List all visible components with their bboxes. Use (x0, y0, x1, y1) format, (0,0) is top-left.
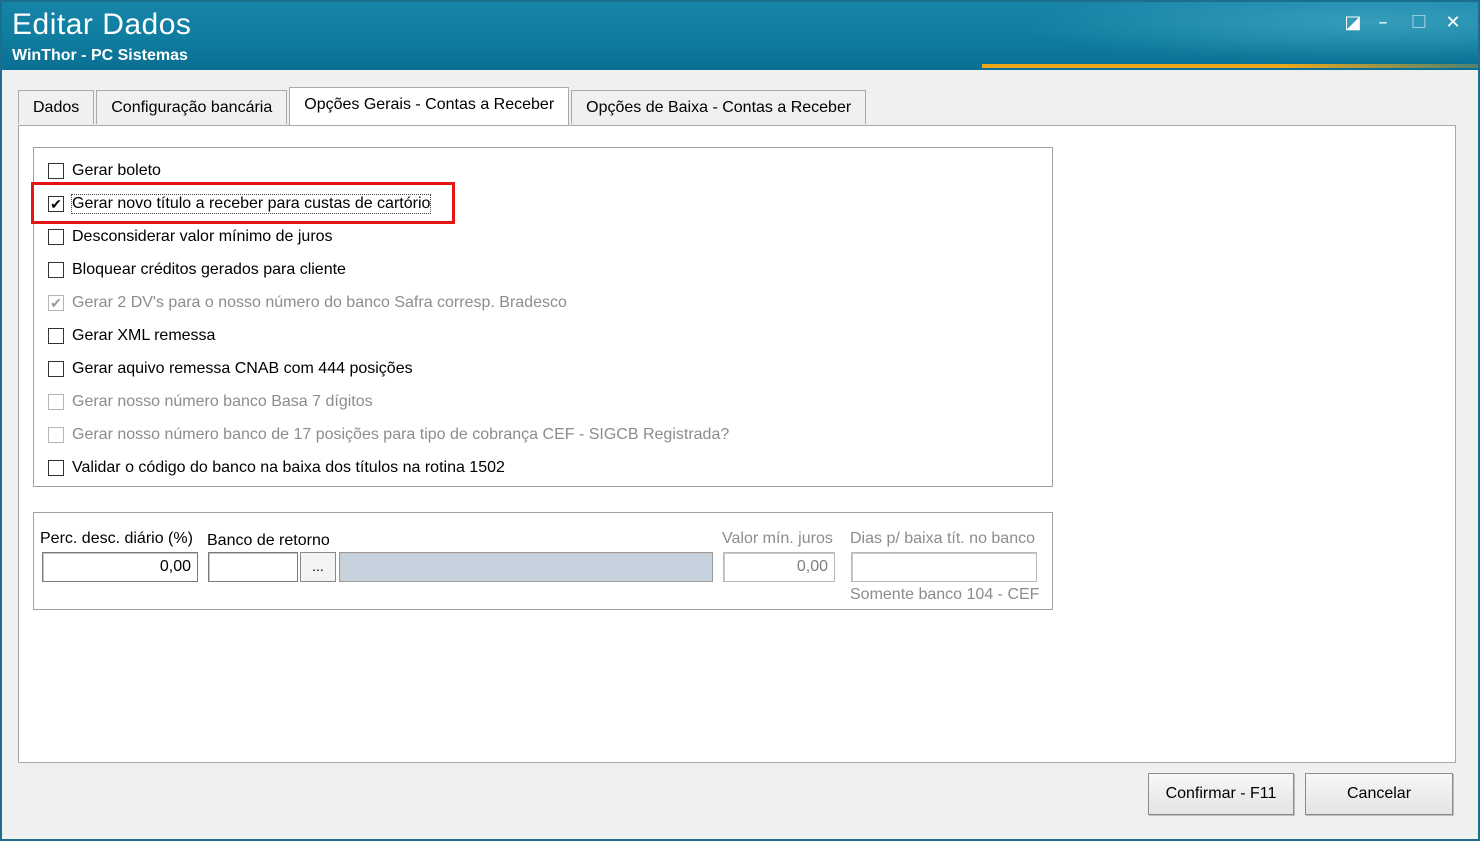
minimize-icon[interactable]: – (1372, 12, 1394, 34)
fields-group: Perc. desc. diário (%) 0,00 Banco de ret… (33, 512, 1053, 610)
option-label: Desconsiderar valor mínimo de juros (72, 228, 333, 245)
option-validar-codigo-banco[interactable]: Validar o código do banco na baixa dos t… (48, 457, 505, 479)
window-subtitle: WinThor - PC Sistemas (12, 47, 188, 64)
checkbox-disabled (48, 394, 64, 410)
checkbox[interactable] (48, 361, 64, 377)
option-gerar-xml-remessa[interactable]: Gerar XML remessa (48, 325, 215, 347)
options-group: Gerar boleto ✔ Gerar novo título a receb… (31, 147, 1053, 487)
checkbox-checked-disabled: ✔ (48, 295, 64, 311)
checkbox[interactable] (48, 328, 64, 344)
option-label: Gerar nosso número banco Basa 7 dígitos (72, 393, 373, 410)
checkbox-checked[interactable]: ✔ (48, 196, 64, 212)
option-label: Gerar 2 DV's para o nosso número do banc… (72, 294, 567, 311)
option-cef-17-posicoes: Gerar nosso número banco de 17 posições … (48, 424, 729, 446)
tab-strip: Dados Configuração bancária Opções Gerai… (18, 87, 868, 125)
tab-opcoes-de-baixa[interactable]: Opções de Baixa - Contas a Receber (571, 90, 867, 124)
dias-baixa-hint: Somente banco 104 - CEF (850, 586, 1040, 603)
cancel-button[interactable]: Cancelar (1305, 773, 1453, 815)
restore-icon[interactable]: ◪ (1342, 12, 1364, 34)
title-bar[interactable]: Editar Dados WinThor - PC Sistemas ◪ – ☐… (2, 2, 1478, 70)
window-title: Editar Dados (12, 8, 192, 41)
option-basa-7-digitos: Gerar nosso número banco Basa 7 dígitos (48, 391, 373, 413)
confirm-button[interactable]: Confirmar - F11 (1148, 773, 1294, 815)
accent-line (982, 64, 1478, 68)
tab-opcoes-gerais[interactable]: Opções Gerais - Contas a Receber (289, 87, 570, 125)
banco-lookup-button[interactable]: ... (300, 552, 336, 582)
option-label: Gerar aquivo remessa CNAB com 444 posiçõ… (72, 360, 413, 377)
option-label: Bloquear créditos gerados para cliente (72, 261, 346, 278)
tab-page-opcoes-gerais: Gerar boleto ✔ Gerar novo título a receb… (18, 125, 1456, 763)
checkbox[interactable] (48, 262, 64, 278)
option-bloquear-creditos[interactable]: Bloquear créditos gerados para cliente (48, 259, 346, 281)
option-gerar-2-dvs: ✔ Gerar 2 DV's para o nosso número do ba… (48, 292, 567, 314)
checkbox-disabled (48, 427, 64, 443)
option-cnab-444[interactable]: Gerar aquivo remessa CNAB com 444 posiçõ… (48, 358, 413, 380)
tab-configuracao-bancaria[interactable]: Configuração bancária (96, 90, 288, 124)
option-gerar-novo-titulo[interactable]: ✔ Gerar novo título a receber para custa… (48, 193, 432, 215)
maximize-icon: ☐ (1410, 12, 1428, 33)
banco-retorno-label: Banco de retorno (207, 532, 330, 549)
dias-baixa-input (851, 552, 1037, 582)
perc-desc-label: Perc. desc. diário (%) (40, 530, 193, 547)
checkbox[interactable] (48, 460, 64, 476)
checkbox[interactable] (48, 163, 64, 179)
option-label: Gerar XML remessa (72, 327, 216, 344)
option-desconsiderar-valor-minimo[interactable]: Desconsiderar valor mínimo de juros (48, 226, 333, 248)
edit-data-window: Editar Dados WinThor - PC Sistemas ◪ – ☐… (0, 0, 1480, 841)
dias-baixa-label: Dias p/ baixa tít. no banco (850, 530, 1035, 547)
close-icon[interactable]: ✕ (1442, 12, 1464, 34)
option-label: Gerar boleto (72, 162, 161, 179)
valor-min-juros-input: 0,00 (723, 552, 835, 582)
banco-retorno-code-input[interactable] (208, 552, 298, 582)
banco-retorno-description (339, 552, 713, 582)
option-gerar-boleto[interactable]: Gerar boleto (48, 160, 161, 182)
perc-desc-input[interactable]: 0,00 (42, 552, 198, 582)
checkbox[interactable] (48, 229, 64, 245)
option-label: Gerar nosso número banco de 17 posições … (72, 426, 730, 443)
option-label: Validar o código do banco na baixa dos t… (72, 459, 505, 476)
valor-min-juros-label: Valor mín. juros (722, 530, 833, 547)
window-client-area: Dados Configuração bancária Opções Gerai… (10, 74, 1474, 837)
option-label: Gerar novo título a receber para custas … (70, 194, 432, 214)
tab-dados[interactable]: Dados (18, 90, 95, 124)
